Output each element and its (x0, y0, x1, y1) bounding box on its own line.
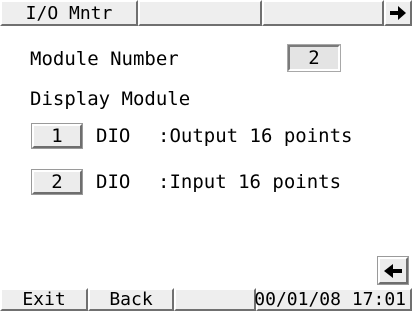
back-arrow-button[interactable] (378, 257, 408, 284)
arrow-right-icon (390, 6, 406, 20)
module-1-button[interactable]: 1 (32, 124, 82, 148)
module-2-button[interactable]: 2 (32, 170, 82, 194)
module-2-type: DIO (96, 171, 131, 193)
footer-bar: Exit Back 00/01/08 17:01 (0, 288, 412, 311)
hmi-screen: I/O Mntr Module Number 2 Display Module … (0, 0, 412, 311)
tab-empty-1[interactable] (138, 0, 262, 26)
top-tab-bar: I/O Mntr (0, 0, 412, 26)
module-number-label: Module Number (30, 48, 179, 70)
module-number-display[interactable]: 2 (288, 45, 340, 71)
back-label: Back (109, 289, 153, 310)
back-button[interactable]: Back (88, 288, 174, 311)
datetime-text: 00/01/08 17:01 (254, 289, 406, 310)
exit-button[interactable]: Exit (0, 288, 88, 311)
next-page-button[interactable] (384, 0, 412, 26)
tab-io-monitor-label: I/O Mntr (25, 2, 113, 24)
module-2-index: 2 (51, 170, 63, 193)
tab-empty-2[interactable] (262, 0, 384, 26)
datetime-display: 00/01/08 17:01 (254, 288, 412, 311)
module-2-description: :Input 16 points (158, 171, 342, 193)
display-module-label: Display Module (30, 88, 191, 110)
module-1-type: DIO (96, 125, 131, 147)
exit-label: Exit (22, 289, 66, 310)
module-1-index: 1 (51, 124, 63, 147)
module-1-description: :Output 16 points (158, 125, 353, 147)
tab-io-monitor[interactable]: I/O Mntr (0, 0, 138, 26)
footer-empty-button[interactable] (174, 288, 256, 311)
module-number-value: 2 (308, 46, 320, 69)
arrow-left-icon (384, 263, 402, 278)
